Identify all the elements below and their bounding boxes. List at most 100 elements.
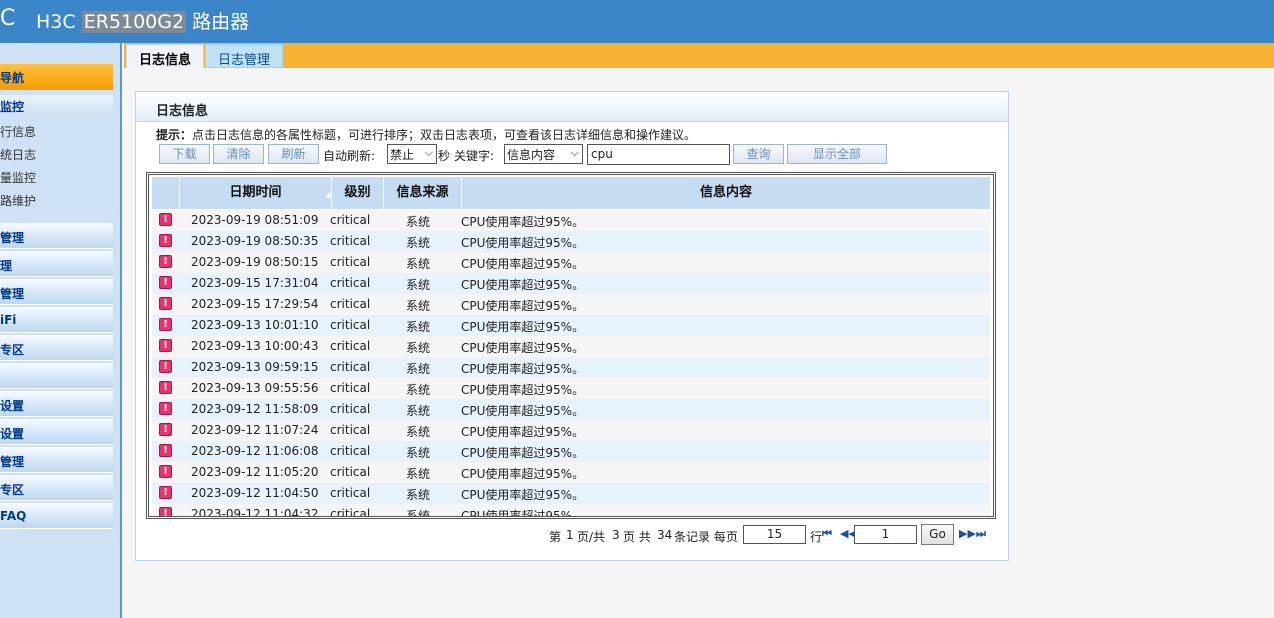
nav-item[interactable]: 管理 bbox=[0, 447, 113, 473]
cell-message: CPU使用率超过95%。 bbox=[461, 425, 585, 439]
critical-alert-icon: ! bbox=[159, 444, 172, 457]
product-type: 路由器 bbox=[192, 11, 250, 33]
per-page-input[interactable]: 15 bbox=[743, 525, 806, 544]
nav-item[interactable]: 设置 bbox=[0, 391, 113, 417]
cell-datetime: 2023-09-12 11:07:24 bbox=[191, 423, 319, 437]
cell-message: CPU使用率超过95%。 bbox=[461, 488, 585, 502]
table-row[interactable]: ! 2023-09-13 09:55:56 critical 系统 CPU使用率超过95… bbox=[152, 378, 990, 399]
first-page-icon[interactable]: ⏮ bbox=[822, 527, 832, 541]
table-row[interactable]: ! 2023-09-19 08:50:35 critical 系统 CPU使用率超过95… bbox=[152, 231, 990, 252]
go-button[interactable]: Go bbox=[921, 524, 954, 545]
cell-source: 系统 bbox=[406, 257, 431, 271]
cell-datetime: 2023-09-13 09:59:15 bbox=[191, 360, 319, 374]
cell-source: 系统 bbox=[406, 215, 431, 229]
table-row[interactable]: ! 2023-09-12 11:04:50 critical 系统 CPU使用率超过95… bbox=[152, 483, 990, 504]
clear-button[interactable]: 清除 bbox=[213, 144, 264, 164]
cell-level: critical bbox=[330, 465, 371, 479]
last-page-icon[interactable]: ⏭ bbox=[976, 527, 986, 541]
download-button[interactable]: 下载 bbox=[159, 144, 210, 164]
nav-item[interactable]: 管理 bbox=[0, 279, 113, 305]
nav-sub-item[interactable]: 行信息 bbox=[0, 123, 36, 140]
cell-message: CPU使用率超过95%。 bbox=[461, 467, 585, 481]
current-page: 1 bbox=[566, 528, 574, 542]
nav-sub-item[interactable]: 统日志 bbox=[0, 146, 36, 163]
keyword-input[interactable]: cpu bbox=[587, 144, 730, 165]
cell-source: 系统 bbox=[406, 278, 431, 292]
cell-message: CPU使用率超过95%。 bbox=[461, 446, 585, 460]
col-source[interactable]: 信息来源 bbox=[384, 177, 462, 209]
nav-item[interactable]: 设置 bbox=[0, 419, 113, 445]
nav-item[interactable]: 专区 bbox=[0, 475, 113, 501]
cell-datetime: 2023-09-12 11:06:08 bbox=[191, 444, 319, 458]
keyword-field-select[interactable]: 信息内容 ⌵ bbox=[504, 144, 583, 164]
table-row[interactable]: ! 2023-09-13 09:59:15 critical 系统 CPU使用率超过95… bbox=[152, 357, 990, 378]
refresh-button[interactable]: 刷新 bbox=[268, 144, 319, 164]
table-row[interactable]: ! 2023-09-15 17:29:54 critical 系统 CPU使用率超过95… bbox=[152, 294, 990, 315]
nav-item[interactable]: iFi bbox=[0, 307, 113, 333]
nav-header[interactable]: 导航 bbox=[0, 64, 113, 90]
table-row[interactable]: ! 2023-09-13 10:00:43 critical 系统 CPU使用率超过95… bbox=[152, 336, 990, 357]
table-row[interactable]: ! 2023-09-15 17:31:04 critical 系统 CPU使用率超过95… bbox=[152, 273, 990, 294]
chevron-down-icon: ⌵ bbox=[424, 146, 433, 159]
page-prefix: 第 bbox=[549, 530, 562, 544]
col-level[interactable]: 级别 bbox=[332, 177, 384, 209]
cell-message: CPU使用率超过95%。 bbox=[461, 320, 585, 334]
cell-source: 系统 bbox=[406, 320, 431, 334]
nav-item[interactable]: 理 bbox=[0, 251, 113, 277]
nav-item[interactable] bbox=[0, 363, 113, 389]
cell-level: critical bbox=[330, 360, 371, 374]
seconds-label: 秒 bbox=[438, 149, 451, 163]
cell-message: CPU使用率超过95%。 bbox=[461, 383, 585, 397]
nav-sub-item[interactable]: 路维护 bbox=[0, 192, 36, 209]
table-row[interactable]: ! 2023-09-19 08:50:15 critical 系统 CPU使用率超过95… bbox=[152, 252, 990, 273]
page-mid: 页/共 bbox=[577, 530, 606, 544]
nav-group-monitor[interactable]: 监控 bbox=[0, 95, 113, 115]
col-message[interactable]: 信息内容 bbox=[462, 177, 990, 209]
table-row[interactable]: ! 2023-09-13 10:01:10 critical 系统 CPU使用率超过95… bbox=[152, 315, 990, 336]
cell-datetime: 2023-09-15 17:29:54 bbox=[191, 297, 319, 311]
col-severity-icon bbox=[152, 177, 180, 209]
next-page-icon[interactable]: ▶▶ bbox=[959, 527, 976, 540]
hint-body: 点击日志信息的各属性标题，可进行排序；双击日志表项，可查看该日志详细信息和操作建… bbox=[192, 128, 697, 142]
critical-alert-icon: ! bbox=[159, 297, 172, 310]
cell-source: 系统 bbox=[406, 383, 431, 397]
cell-datetime: 2023-09-19 08:50:35 bbox=[191, 234, 319, 248]
model-name: ER5100G2 bbox=[81, 11, 187, 33]
nav-item-faq[interactable]: FAQ bbox=[0, 503, 113, 529]
logo-icon: C bbox=[0, 6, 16, 31]
auto-refresh-label: 自动刷新: bbox=[323, 149, 376, 163]
tab-log-info[interactable]: 日志信息 bbox=[126, 44, 205, 68]
cell-datetime: 2023-09-12 11:05:20 bbox=[191, 465, 319, 479]
table-row[interactable]: ! 2023-09-12 11:05:20 critical 系统 CPU使用率超过95… bbox=[152, 462, 990, 483]
cell-source: 系统 bbox=[406, 404, 431, 418]
show-all-button[interactable]: 显示全部 bbox=[787, 144, 887, 164]
critical-alert-icon: ! bbox=[159, 318, 172, 331]
cell-source: 系统 bbox=[406, 299, 431, 313]
col-datetime-label: 日期时间 bbox=[229, 185, 282, 200]
tab-log-management[interactable]: 日志管理 bbox=[205, 44, 284, 68]
cell-message: CPU使用率超过95%。 bbox=[461, 236, 585, 250]
cell-level: critical bbox=[330, 381, 371, 395]
cell-level: critical bbox=[330, 486, 371, 500]
table-row[interactable]: ! 2023-09-12 11:07:24 critical 系统 CPU使用率超过95… bbox=[152, 420, 990, 441]
table-row[interactable]: ! 2023-09-12 11:58:09 critical 系统 CPU使用率超过95… bbox=[152, 399, 990, 420]
auto-refresh-value: 禁止 bbox=[390, 148, 415, 162]
tab-bar: 日志信息 日志管理 bbox=[124, 43, 1274, 68]
keyword-label: 关键字: bbox=[454, 149, 495, 163]
goto-page-input[interactable]: 1 bbox=[854, 525, 917, 544]
cell-message: CPU使用率超过95%。 bbox=[461, 299, 585, 313]
query-button[interactable]: 查询 bbox=[733, 144, 784, 164]
log-panel: 日志信息 提示：点击日志信息的各属性标题，可进行排序；双击日志表项，可查看该日志… bbox=[135, 91, 1009, 561]
table-row[interactable]: ! 2023-09-12 11:06:08 critical 系统 CPU使用率超过95… bbox=[152, 441, 990, 462]
nav-sub-item[interactable]: 量监控 bbox=[0, 169, 36, 186]
col-datetime[interactable]: 日期时间 ▲ bbox=[180, 177, 332, 209]
nav-item[interactable]: 管理 bbox=[0, 223, 113, 249]
nav-item[interactable]: 专区 bbox=[0, 335, 113, 361]
total-mid: 页 共 bbox=[623, 530, 651, 544]
cell-message: CPU使用率超过95%。 bbox=[461, 362, 585, 376]
cell-datetime: 2023-09-12 11:58:09 bbox=[191, 402, 319, 416]
table-row[interactable]: ! 2023-09-19 08:51:09 critical 系统 CPU使用率超过95… bbox=[152, 210, 990, 231]
cell-datetime: 2023-09-12 11:04:50 bbox=[191, 486, 319, 500]
auto-refresh-select[interactable]: 禁止 ⌵ bbox=[387, 144, 437, 164]
table-row[interactable]: ! 2023-09-12 11:04:32 critical 系统 CPU使用率超过95… bbox=[152, 504, 990, 516]
